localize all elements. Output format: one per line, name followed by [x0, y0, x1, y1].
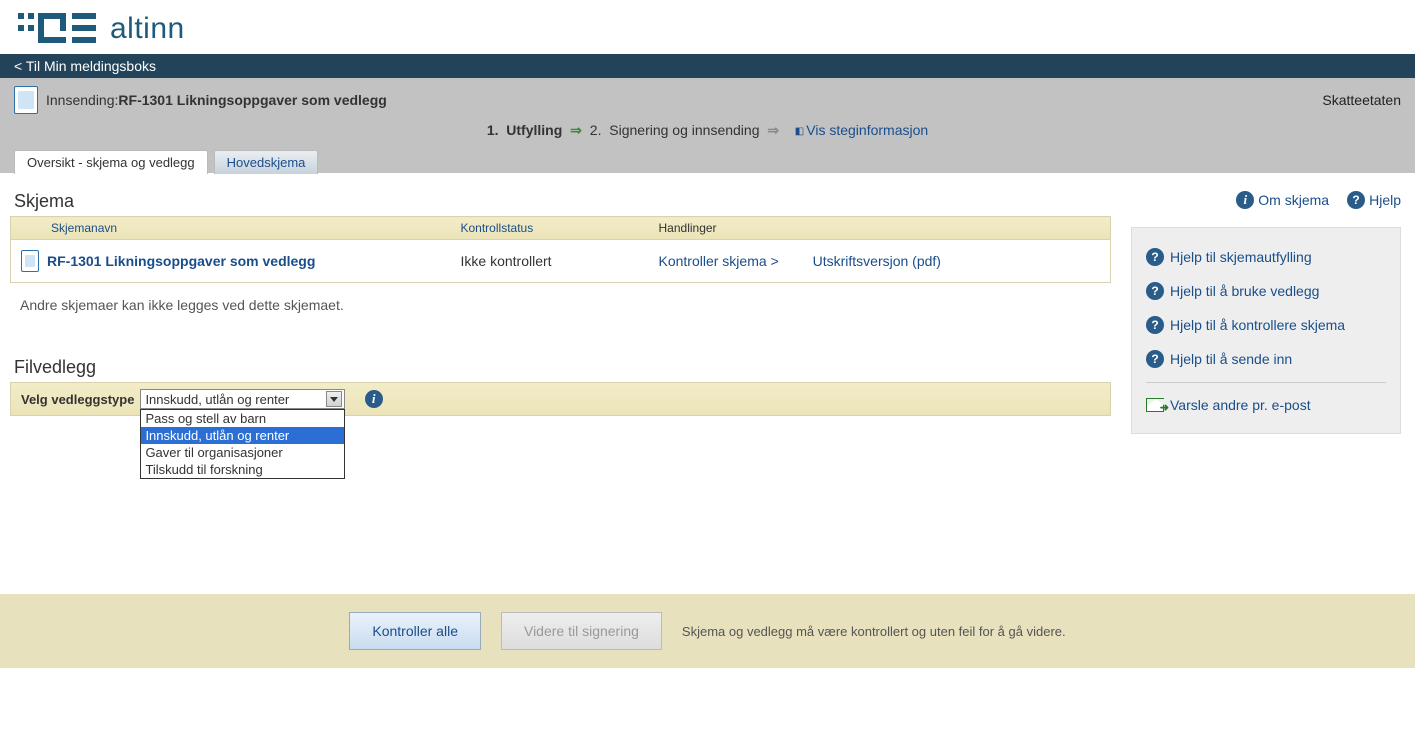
document-icon — [14, 86, 38, 114]
title-text: RF-1301 Likningsoppgaver som vedlegg — [118, 92, 386, 108]
tab-main[interactable]: Hovedskjema — [214, 150, 319, 174]
side-box: ? Hjelp til skjemautfylling ? Hjelp til å … — [1131, 227, 1401, 434]
back-link-label: Til Min meldingsboks — [26, 58, 156, 74]
tab-overview[interactable]: Oversikt - skjema og vedlegg — [14, 150, 208, 174]
help-icon: ? — [1146, 282, 1164, 300]
dropdown-list: Pass og stell av barn Innskudd, utlån og… — [140, 409, 345, 479]
logo-mark-icon — [18, 13, 98, 45]
action-kontroller[interactable]: Kontroller skjema > — [659, 253, 779, 269]
arrow-green-icon: ⇒ — [566, 122, 586, 138]
step-info-link[interactable]: Vis steginformasjon — [806, 122, 928, 138]
velg-label: Velg vedleggstype — [21, 392, 134, 407]
col-skjemanavn[interactable]: Skjemanavn — [11, 217, 451, 240]
kontroller-alle-button[interactable]: Kontroller alle — [349, 612, 481, 650]
about-label: Om skjema — [1258, 192, 1329, 208]
top-links: iOm skjema ?Hjelp — [1131, 191, 1401, 209]
step-indicator: 1. Utfylling ⇒ 2. Signering og innsendin… — [14, 114, 1401, 149]
action-utskrift[interactable]: Utskriftsversjon (pdf) — [813, 253, 941, 269]
info-icon[interactable]: i — [365, 390, 383, 408]
step2-label: Signering og innsending — [609, 122, 759, 138]
dropdown-option[interactable]: Pass og stell av barn — [141, 410, 344, 427]
dropdown-option[interactable]: Tilskudd til forskning — [141, 461, 344, 478]
status-cell: Ikke kontrollert — [451, 240, 649, 283]
skjema-heading: Skjema — [14, 191, 1111, 212]
help-icon: ? — [1146, 248, 1164, 266]
help-icon: ? — [1146, 316, 1164, 334]
help-vedlegg[interactable]: ? Hjelp til å bruke vedlegg — [1146, 274, 1386, 308]
help-icon: ? — [1146, 350, 1164, 368]
header-area: Innsending:RF-1301 Likningsoppgaver som … — [0, 78, 1415, 173]
help-label: Hjelp til å kontrollere skjema — [1170, 317, 1345, 333]
table-row: RF-1301 Likningsoppgaver som vedlegg Ikk… — [11, 240, 1111, 283]
tab-bar: Oversikt - skjema og vedlegg Hovedskjema — [14, 150, 1401, 174]
dropdown-option[interactable]: Gaver til organisasjoner — [141, 444, 344, 461]
back-bar: < Til Min meldingsboks — [0, 54, 1415, 78]
skjema-table: Skjemanavn Kontrollstatus Handlinger RF-… — [10, 216, 1111, 283]
help-sende-inn[interactable]: ? Hjelp til å sende inn — [1146, 342, 1386, 376]
help-label: Hjelp til å bruke vedlegg — [1170, 283, 1319, 299]
help-icon: ? — [1347, 191, 1365, 209]
schema-link[interactable]: RF-1301 Likningsoppgaver som vedlegg — [47, 253, 315, 269]
arrow-grey-icon: ⇒ — [763, 122, 783, 138]
submission-title: Innsending:RF-1301 Likningsoppgaver som … — [14, 86, 387, 114]
notify-label: Varsle andre pr. e-post — [1170, 397, 1311, 413]
dropdown-option[interactable]: Innskudd, utlån og renter — [141, 427, 344, 444]
step1-num: 1. — [487, 122, 499, 138]
logo[interactable]: altinn — [18, 12, 1397, 46]
step2-num: 2. — [590, 122, 602, 138]
select-value: Innskudd, utlån og renter — [145, 392, 289, 407]
videre-signering-button: Videre til signering — [501, 612, 662, 650]
separator — [1146, 382, 1386, 383]
document-icon — [21, 250, 39, 272]
help-kontrollere[interactable]: ? Hjelp til å kontrollere skjema — [1146, 308, 1386, 342]
footer-note: Skjema og vedlegg må være kontrollert og… — [682, 624, 1066, 639]
back-link[interactable]: < Til Min meldingsboks — [14, 58, 156, 74]
title-prefix: Innsending: — [46, 92, 118, 108]
step1-label: Utfylling — [506, 122, 562, 138]
info-icon: i — [1236, 191, 1254, 209]
filvedlegg-heading: Filvedlegg — [14, 357, 1111, 378]
help-label: Hjelp — [1369, 192, 1401, 208]
col-handlinger: Handlinger — [649, 217, 1111, 240]
about-link[interactable]: iOm skjema — [1236, 191, 1329, 209]
vedleggstype-select[interactable]: Innskudd, utlån og renter Pass og stell … — [140, 389, 345, 409]
mail-icon: ➜ — [1146, 398, 1164, 412]
logo-bar: altinn — [0, 0, 1415, 54]
notify-email-link[interactable]: ➜ Varsle andre pr. e-post — [1146, 389, 1386, 421]
footer-bar: Kontroller alle Videre til signering Skj… — [0, 594, 1415, 668]
col-kontrollstatus[interactable]: Kontrollstatus — [451, 217, 649, 240]
chevron-down-icon[interactable] — [326, 391, 342, 407]
help-skjemautfylling[interactable]: ? Hjelp til skjemautfylling — [1146, 240, 1386, 274]
agency-label: Skatteetaten — [1322, 92, 1401, 108]
help-label: Hjelp til skjemautfylling — [1170, 249, 1312, 265]
expand-icon: ◧ — [795, 126, 806, 137]
velg-row: Velg vedleggstype Innskudd, utlån og ren… — [10, 382, 1111, 416]
logo-text: altinn — [110, 12, 185, 46]
help-link[interactable]: ?Hjelp — [1347, 191, 1401, 209]
skjema-note: Andre skjemaer kan ikke legges ved dette… — [10, 283, 1111, 327]
help-label: Hjelp til å sende inn — [1170, 351, 1292, 367]
